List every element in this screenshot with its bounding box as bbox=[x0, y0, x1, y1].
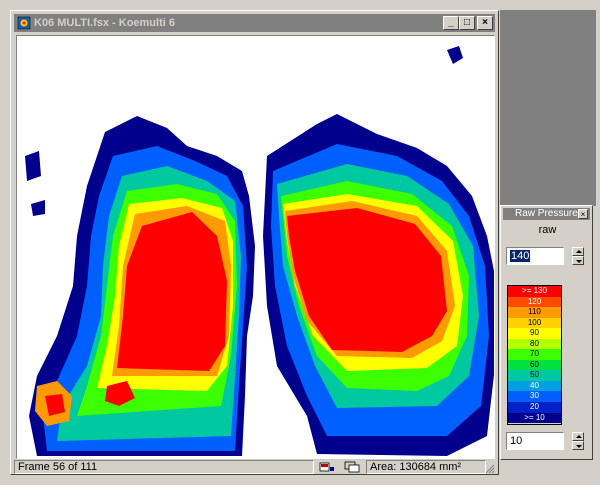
scale-step: 40 bbox=[508, 380, 561, 392]
max-increase-button[interactable] bbox=[572, 247, 584, 256]
status-bar: Frame 56 of 111 Area: 130684 mm² bbox=[14, 460, 495, 474]
min-value-text: 10 bbox=[510, 435, 523, 447]
scale-step: 50 bbox=[508, 370, 561, 381]
min-value-spinner bbox=[572, 432, 584, 450]
pressure-map-canvas[interactable] bbox=[16, 35, 495, 459]
scale-step: 70 bbox=[508, 349, 561, 360]
min-increase-button[interactable] bbox=[572, 432, 584, 441]
scale-step: 20 bbox=[508, 402, 561, 413]
scale-step: 30 bbox=[508, 391, 561, 403]
maximize-button[interactable]: □ bbox=[459, 16, 475, 30]
max-value-input[interactable]: 140 bbox=[506, 247, 564, 265]
frame-counter: Frame 56 of 111 bbox=[14, 460, 314, 474]
mdi-background bbox=[500, 10, 596, 206]
scale-step: 120 bbox=[508, 296, 561, 308]
legend-title-bar[interactable]: Raw Pressure × bbox=[503, 208, 590, 220]
min-value-input[interactable]: 10 bbox=[506, 432, 564, 450]
min-decrease-button[interactable] bbox=[572, 441, 584, 450]
display-icon[interactable] bbox=[344, 461, 360, 473]
max-decrease-button[interactable] bbox=[572, 256, 584, 265]
scale-step: >= 130 bbox=[508, 286, 561, 297]
window-title: K06 MULTI.fsx - Koemulti 6 bbox=[34, 17, 175, 29]
scale-step: 60 bbox=[508, 359, 561, 371]
scale-step: 110 bbox=[508, 307, 561, 318]
mode-label: raw bbox=[538, 224, 557, 236]
frame-select-icon[interactable] bbox=[319, 461, 335, 473]
max-value-spinner bbox=[572, 247, 584, 265]
max-value-text: 140 bbox=[510, 250, 531, 262]
size-grip-icon[interactable] bbox=[483, 462, 495, 474]
title-bar[interactable]: K06 MULTI.fsx - Koemulti 6 _ □ × bbox=[14, 14, 495, 32]
legend-title: Raw Pressure bbox=[515, 208, 578, 219]
scale-step: 80 bbox=[508, 338, 561, 350]
contact-area: Area: 130684 mm² bbox=[366, 460, 486, 474]
color-scale: >= 130 120 110 100 90 80 70 60 50 40 30 20 >= 10 bbox=[507, 285, 562, 425]
raw-pressure-legend-window: Raw Pressure × raw 140 >= 130 120 110 100 90… bbox=[500, 205, 593, 460]
scale-step: >= 10 bbox=[508, 412, 561, 424]
legend-close-button[interactable]: × bbox=[578, 209, 588, 219]
close-button[interactable]: × bbox=[477, 16, 493, 30]
app-icon bbox=[17, 16, 31, 30]
scale-step: 90 bbox=[508, 328, 561, 339]
pressure-heatmap bbox=[17, 36, 494, 458]
scale-step: 100 bbox=[508, 317, 561, 329]
minimize-button[interactable]: _ bbox=[443, 16, 459, 30]
pressure-map-window: K06 MULTI.fsx - Koemulti 6 _ □ × Frame 5… bbox=[10, 10, 499, 475]
